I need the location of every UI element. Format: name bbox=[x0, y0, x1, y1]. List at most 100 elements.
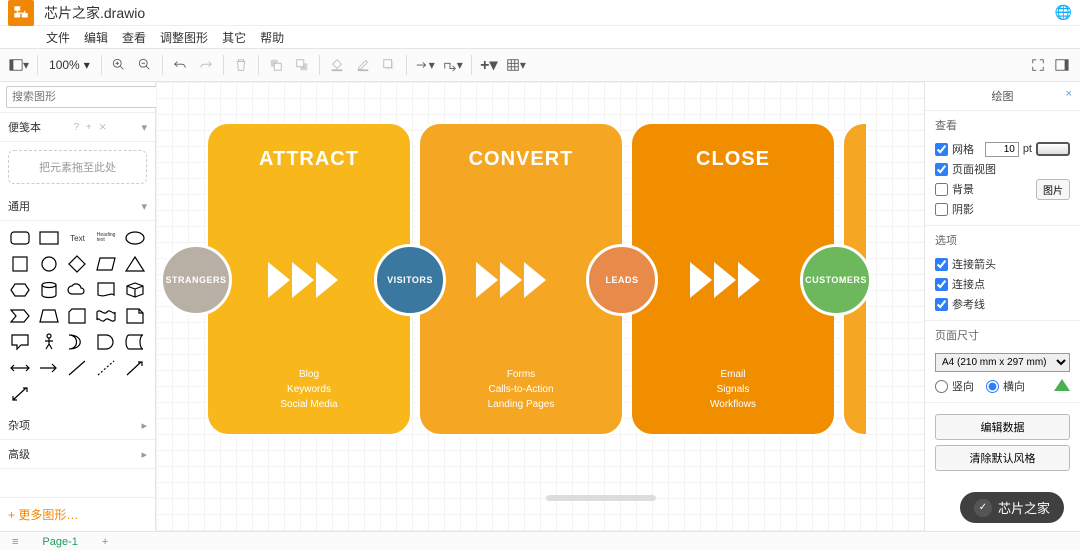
grid-checkbox[interactable] bbox=[935, 143, 948, 156]
undo-icon[interactable] bbox=[168, 52, 192, 78]
circle-strangers[interactable]: STRANGERS bbox=[160, 244, 232, 316]
shape-text[interactable]: Text bbox=[65, 227, 90, 249]
language-icon[interactable]: 🌐 bbox=[1055, 4, 1072, 21]
panel-title: 绘图 bbox=[992, 91, 1014, 103]
menu-adjust[interactable]: 调整图形 bbox=[160, 29, 208, 46]
shape-square[interactable] bbox=[8, 253, 33, 275]
bg-image-button[interactable]: 图片 bbox=[1036, 179, 1070, 200]
redo-icon[interactable] bbox=[194, 52, 218, 78]
shape-trapezoid[interactable] bbox=[37, 305, 62, 327]
grid-color-button[interactable] bbox=[1036, 142, 1070, 156]
shape-ellipse[interactable] bbox=[122, 227, 147, 249]
waypoint-icon[interactable]: ▾ bbox=[440, 52, 466, 78]
to-front-icon[interactable] bbox=[264, 52, 288, 78]
menu-bar: 文件 编辑 查看 调整图形 其它 帮助 bbox=[0, 26, 1080, 48]
card-title: CLOSE bbox=[632, 124, 834, 171]
fill-color-icon[interactable] bbox=[325, 52, 349, 78]
shape-step[interactable] bbox=[8, 305, 33, 327]
menu-help[interactable]: 帮助 bbox=[260, 29, 284, 46]
shape-line-both[interactable] bbox=[8, 383, 33, 405]
toolbar: ▾ 100%▾ ▾ ▾ +▾ ▾ bbox=[0, 48, 1080, 82]
connarrow-checkbox[interactable] bbox=[935, 258, 948, 271]
pages-menu-icon[interactable]: ≡ bbox=[6, 536, 24, 548]
arrows-icon bbox=[690, 262, 760, 298]
scratchpad-hints[interactable]: ? + ⨯ bbox=[74, 122, 109, 133]
shape-cube[interactable] bbox=[122, 279, 147, 301]
shape-and[interactable] bbox=[94, 331, 119, 353]
tab-page1[interactable]: Page-1 bbox=[32, 536, 87, 548]
shape-actor[interactable] bbox=[37, 331, 62, 353]
menu-file[interactable]: 文件 bbox=[46, 29, 70, 46]
shape-callout[interactable] bbox=[8, 331, 33, 353]
guides-checkbox[interactable] bbox=[935, 298, 948, 311]
pageview-checkbox[interactable] bbox=[935, 163, 948, 176]
pagesize-select[interactable]: A4 (210 mm x 297 mm) bbox=[935, 353, 1070, 372]
zoom-out-icon[interactable] bbox=[133, 52, 157, 78]
collapse-icon[interactable] bbox=[1054, 379, 1070, 391]
connpoint-checkbox[interactable] bbox=[935, 278, 948, 291]
advanced-header[interactable]: 高级▸ bbox=[0, 440, 155, 469]
shape-tape[interactable] bbox=[94, 305, 119, 327]
shape-rect-rounded[interactable] bbox=[8, 227, 33, 249]
edit-data-button[interactable]: 编辑数据 bbox=[935, 414, 1070, 440]
scratchpad-dropzone[interactable]: 把元素拖至此处 bbox=[8, 150, 147, 184]
document-title[interactable]: 芯片之家.drawio bbox=[44, 3, 145, 23]
clear-default-button[interactable]: 清除默认风格 bbox=[935, 445, 1070, 471]
shape-or[interactable] bbox=[65, 331, 90, 353]
shape-textbox[interactable]: Headingtext bbox=[94, 227, 119, 249]
format-panel-icon[interactable] bbox=[1050, 52, 1074, 78]
wechat-icon: ✓ bbox=[974, 499, 992, 517]
shape-hexagon[interactable] bbox=[8, 279, 33, 301]
canvas[interactable]: ATTRACT BlogKeywordsSocial Media CONVERT… bbox=[156, 82, 924, 531]
shape-diamond[interactable] bbox=[65, 253, 90, 275]
to-back-icon[interactable] bbox=[290, 52, 314, 78]
connection-icon[interactable]: ▾ bbox=[412, 52, 438, 78]
card-title: ATTRACT bbox=[208, 124, 410, 171]
circle-leads[interactable]: LEADS bbox=[586, 244, 658, 316]
zoom-select[interactable]: 100%▾ bbox=[43, 52, 96, 78]
shadow-checkbox[interactable] bbox=[935, 203, 948, 216]
landscape-radio[interactable] bbox=[986, 380, 999, 393]
close-icon[interactable]: × bbox=[1066, 88, 1072, 100]
background-checkbox[interactable] bbox=[935, 183, 948, 196]
shape-arrow-both[interactable] bbox=[8, 357, 33, 379]
shape-document[interactable] bbox=[94, 279, 119, 301]
search-input[interactable] bbox=[6, 86, 160, 108]
more-shapes-button[interactable]: + 更多图形… bbox=[0, 497, 155, 531]
shape-parallelogram[interactable] bbox=[94, 253, 119, 275]
horizontal-scrollbar[interactable] bbox=[546, 495, 656, 501]
shape-line-arrow[interactable] bbox=[122, 357, 147, 379]
scratchpad-header[interactable]: 便笺本 ? + ⨯ ▾ bbox=[0, 113, 155, 142]
shape-circle[interactable] bbox=[37, 253, 62, 275]
shape-triangle[interactable] bbox=[122, 253, 147, 275]
line-color-icon[interactable] bbox=[351, 52, 375, 78]
shape-cylinder[interactable] bbox=[37, 279, 62, 301]
format-panel: 绘图× 查看 网格pt 页面视图 背景图片 阴影 选项 连接箭头 连接点 参考线… bbox=[924, 82, 1080, 531]
shape-rect[interactable] bbox=[37, 227, 62, 249]
general-header[interactable]: 通用▾ bbox=[0, 192, 155, 221]
sidebar-toggle-icon[interactable]: ▾ bbox=[6, 52, 32, 78]
zoom-in-icon[interactable] bbox=[107, 52, 131, 78]
misc-header[interactable]: 杂项▸ bbox=[0, 411, 155, 440]
menu-edit[interactable]: 编辑 bbox=[84, 29, 108, 46]
grid-size-input[interactable] bbox=[985, 142, 1019, 157]
menu-other[interactable]: 其它 bbox=[222, 29, 246, 46]
menu-view[interactable]: 查看 bbox=[122, 29, 146, 46]
section-options: 选项 bbox=[935, 232, 1070, 248]
shape-note[interactable] bbox=[122, 305, 147, 327]
add-page-icon[interactable]: + bbox=[96, 536, 114, 548]
table-icon[interactable]: ▾ bbox=[503, 52, 529, 78]
shape-line[interactable] bbox=[65, 357, 90, 379]
shape-datastore[interactable] bbox=[122, 331, 147, 353]
portrait-radio[interactable] bbox=[935, 380, 948, 393]
delete-icon[interactable] bbox=[229, 52, 253, 78]
circle-visitors[interactable]: VISITORS bbox=[374, 244, 446, 316]
shape-arrow[interactable] bbox=[37, 357, 62, 379]
circle-customers[interactable]: CUSTOMERS bbox=[800, 244, 872, 316]
shape-card[interactable] bbox=[65, 305, 90, 327]
shape-cloud[interactable] bbox=[65, 279, 90, 301]
fullscreen-icon[interactable] bbox=[1026, 52, 1050, 78]
insert-icon[interactable]: +▾ bbox=[477, 52, 501, 78]
shadow-icon[interactable] bbox=[377, 52, 401, 78]
shape-dashed[interactable] bbox=[94, 357, 119, 379]
